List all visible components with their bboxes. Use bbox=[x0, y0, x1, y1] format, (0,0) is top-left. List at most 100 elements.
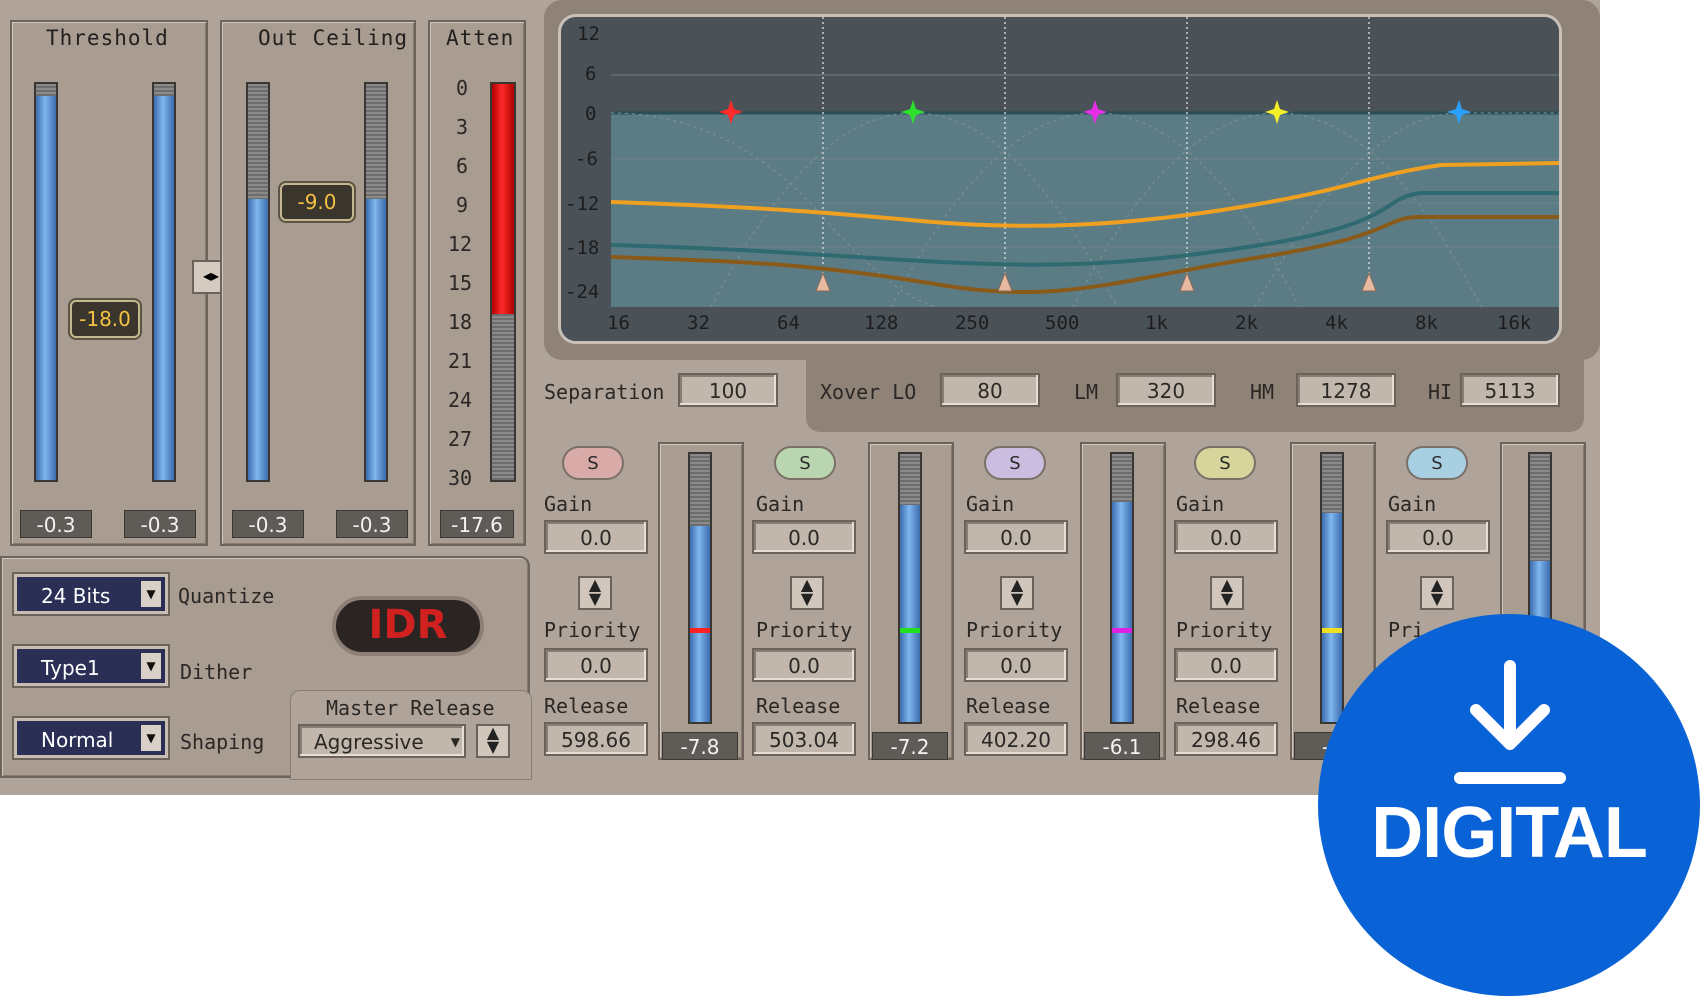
x-tick: 250 bbox=[955, 312, 990, 334]
band-3-solo-button[interactable]: S bbox=[984, 446, 1046, 480]
band-2-gain-field[interactable]: 0.0 bbox=[752, 520, 856, 554]
band-5-gain-stepper[interactable]: ▲ ▼ bbox=[1420, 576, 1454, 610]
eq-curve-svg bbox=[561, 17, 1559, 341]
idr-logo: IDR bbox=[332, 596, 484, 656]
band-3-gain-field[interactable]: 0.0 bbox=[964, 520, 1068, 554]
band-4-meter-marker bbox=[1322, 628, 1342, 633]
x-tick: 16 bbox=[607, 312, 630, 334]
threshold-handle[interactable]: -18.0 bbox=[70, 300, 140, 338]
atten-tick: 18 bbox=[448, 310, 473, 334]
dither-label: Dither bbox=[180, 660, 253, 684]
band-1-priority-label: Priority bbox=[544, 618, 641, 642]
chevron-down-icon: ▼ bbox=[141, 581, 161, 607]
xover-lo-label: Xover LO bbox=[820, 380, 917, 404]
x-tick: 32 bbox=[687, 312, 710, 334]
y-tick: 0 bbox=[585, 103, 597, 125]
xover-hi-field[interactable]: 5113 bbox=[1460, 373, 1560, 407]
band-4-gain-stepper[interactable]: ▲ ▼ bbox=[1210, 576, 1244, 610]
band-3-priority-field[interactable]: 0.0 bbox=[964, 648, 1068, 682]
band-3-meter-marker bbox=[1112, 628, 1132, 633]
stepper-arrows-icon: ▲ ▼ bbox=[1220, 575, 1234, 608]
band-5-solo-button[interactable]: S bbox=[1406, 446, 1468, 480]
master-release-value: Aggressive bbox=[314, 730, 424, 754]
shaping-select[interactable]: Normal ▼ bbox=[14, 718, 168, 758]
band-1-release-label: Release bbox=[544, 694, 629, 718]
band-2-release-label: Release bbox=[756, 694, 841, 718]
atten-tick: 12 bbox=[448, 232, 473, 256]
download-icon bbox=[1454, 660, 1566, 784]
band-2-meter-readout: -7.2 bbox=[872, 732, 948, 760]
band-4-marker[interactable] bbox=[1265, 100, 1289, 124]
band-4-meter bbox=[1320, 452, 1344, 724]
band-2-gain-stepper[interactable]: ▲ ▼ bbox=[790, 576, 824, 610]
out-ceiling-fill-right bbox=[366, 198, 386, 480]
atten-tick: 3 bbox=[456, 115, 469, 139]
band-3-gain-label: Gain bbox=[966, 492, 1015, 516]
x-tick: 2k bbox=[1235, 312, 1258, 334]
band-1-priority-field[interactable]: 0.0 bbox=[544, 648, 648, 682]
threshold-meter-right[interactable] bbox=[152, 82, 176, 482]
band-4-gain-field[interactable]: 0.0 bbox=[1174, 520, 1278, 554]
band-3-release-label: Release bbox=[966, 694, 1051, 718]
x-tick: 500 bbox=[1045, 312, 1080, 334]
xover-lm-label: LM bbox=[1074, 380, 1099, 404]
chevron-down-icon: ▼ bbox=[141, 653, 161, 679]
band-2-meter-marker bbox=[900, 628, 920, 633]
atten-tick: 24 bbox=[448, 388, 473, 412]
band-3-priority-label: Priority bbox=[966, 618, 1063, 642]
dither-select[interactable]: Type1 ▼ bbox=[14, 646, 168, 686]
band-2-release-field[interactable]: 503.04 bbox=[752, 722, 856, 756]
band-4-gain-label: Gain bbox=[1176, 492, 1225, 516]
band-4-priority-field[interactable]: 0.0 bbox=[1174, 648, 1278, 682]
band-1-gain-stepper[interactable]: ▲ ▼ bbox=[578, 576, 612, 610]
xover-hm-field[interactable]: 1278 bbox=[1296, 373, 1396, 407]
master-release-select[interactable]: Aggressive ▼ bbox=[298, 724, 466, 758]
shaping-value: Normal bbox=[41, 728, 114, 752]
band-5-gain-field[interactable]: 0.0 bbox=[1386, 520, 1490, 554]
master-release-stepper[interactable]: ▲ ▼ bbox=[476, 724, 510, 758]
x-tick: 8k bbox=[1415, 312, 1438, 334]
atten-tick: 6 bbox=[456, 154, 469, 178]
band-1-marker[interactable] bbox=[719, 100, 743, 124]
band-4-solo-button[interactable]: S bbox=[1194, 446, 1256, 480]
separation-field[interactable]: 100 bbox=[678, 373, 778, 407]
atten-tick: 9 bbox=[456, 193, 469, 217]
stepper-arrows-icon: ▲ ▼ bbox=[486, 723, 500, 756]
band-2-priority-label: Priority bbox=[756, 618, 853, 642]
xover-lo-field[interactable]: 80 bbox=[940, 373, 1040, 407]
chevron-down-icon: ▼ bbox=[141, 725, 161, 751]
quantize-select[interactable]: 24 Bits ▼ bbox=[14, 574, 168, 614]
band-3-gain-stepper[interactable]: ▲ ▼ bbox=[1000, 576, 1034, 610]
band-1-meter-readout: -7.8 bbox=[662, 732, 738, 760]
band-4-release-field[interactable]: 298.46 bbox=[1174, 722, 1278, 756]
band-5-marker[interactable] bbox=[1447, 100, 1471, 124]
quantize-label: Quantize bbox=[178, 584, 275, 608]
band-1-gain-field[interactable]: 0.0 bbox=[544, 520, 648, 554]
threshold-meter-left[interactable] bbox=[34, 82, 58, 482]
x-tick: 128 bbox=[864, 312, 899, 334]
band-3-release-field[interactable]: 402.20 bbox=[964, 722, 1068, 756]
out-ceiling-meter-left[interactable] bbox=[246, 82, 270, 482]
xover-hm-label: HM bbox=[1250, 380, 1275, 404]
band-1-release-field[interactable]: 598.66 bbox=[544, 722, 648, 756]
xover-lm-field[interactable]: 320 bbox=[1116, 373, 1216, 407]
atten-tick: 0 bbox=[456, 76, 469, 100]
link-arrows-icon: ◂▸ bbox=[202, 266, 220, 285]
band-2-priority-field[interactable]: 0.0 bbox=[752, 648, 856, 682]
band-5-gain-label: Gain bbox=[1388, 492, 1437, 516]
eq-graph[interactable]: 12 6 0 -6 -12 -18 -24 16 32 64 128 250 5… bbox=[558, 14, 1562, 344]
band-3-marker[interactable] bbox=[1083, 100, 1107, 124]
band-1-solo-button[interactable]: S bbox=[562, 446, 624, 480]
atten-fill bbox=[492, 84, 514, 314]
threshold-label: Threshold bbox=[46, 26, 169, 50]
band-3-meter bbox=[1110, 452, 1134, 724]
stepper-arrows-icon: ▲ ▼ bbox=[588, 575, 602, 608]
band-2-solo-button[interactable]: S bbox=[774, 446, 836, 480]
out-ceiling-handle[interactable]: -9.0 bbox=[280, 183, 354, 221]
band-2-marker[interactable] bbox=[901, 100, 925, 124]
dither-value: Type1 bbox=[41, 656, 100, 680]
out-ceiling-meter-right[interactable] bbox=[364, 82, 388, 482]
atten-meter bbox=[490, 82, 516, 482]
quantize-value: 24 Bits bbox=[41, 584, 111, 608]
band-3-meter-readout: -6.1 bbox=[1084, 732, 1160, 760]
